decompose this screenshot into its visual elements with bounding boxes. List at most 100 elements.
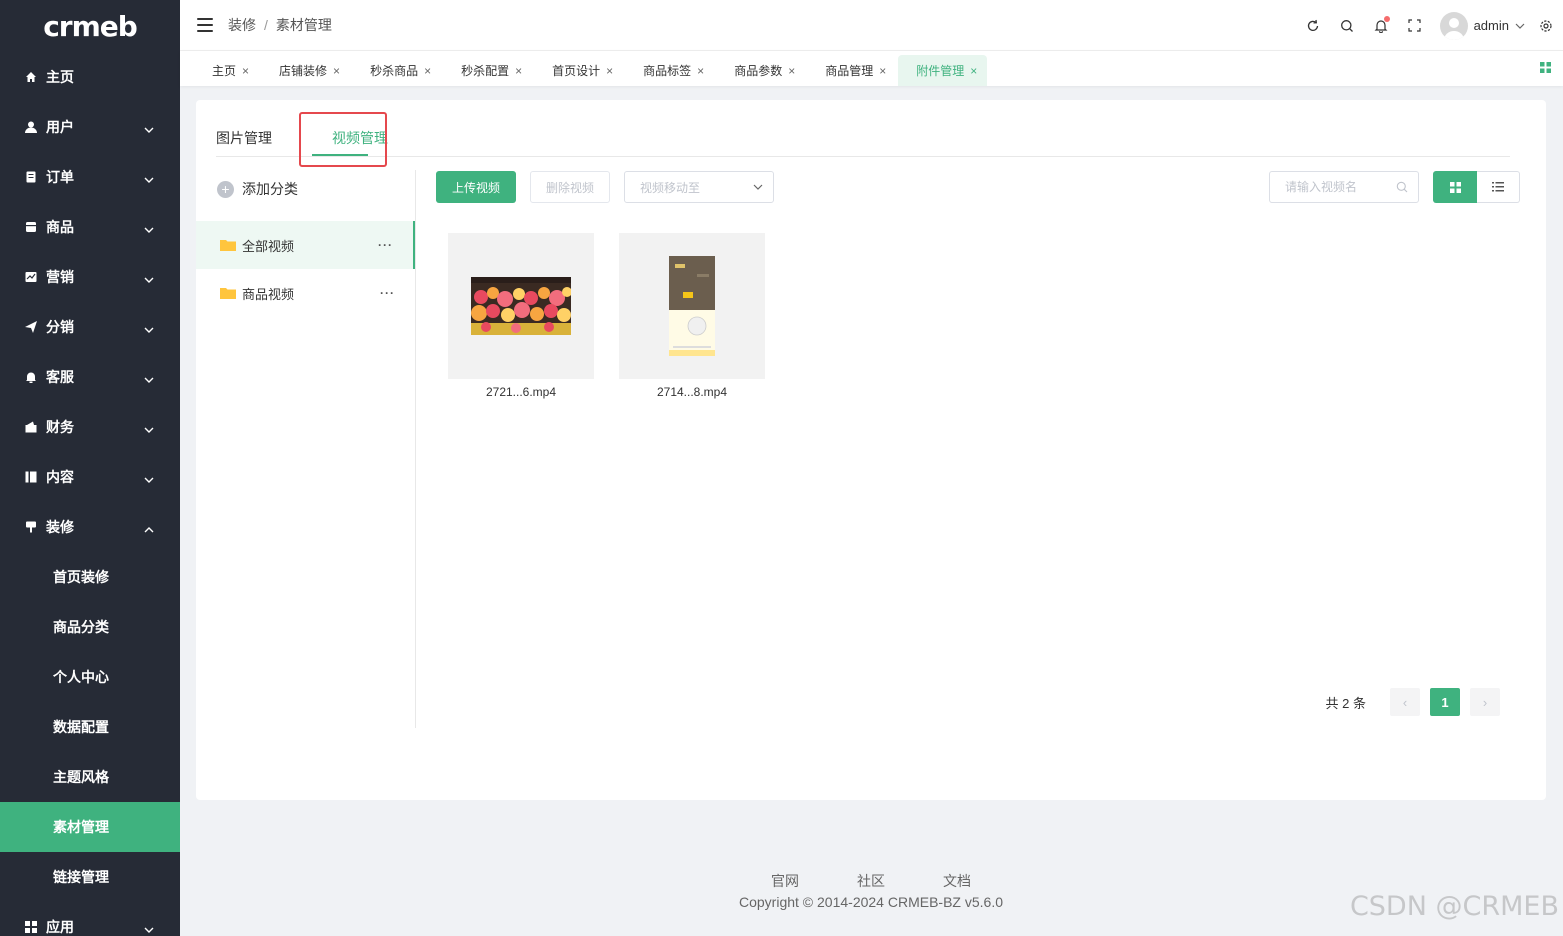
plus-icon: + — [217, 180, 234, 198]
close-icon[interactable]: × — [333, 64, 340, 78]
sidebar-item-service[interactable]: 客服 — [0, 352, 180, 402]
sidebar-item-apps[interactable]: 应用 — [0, 902, 180, 936]
add-category-button[interactable]: + 添加分类 — [217, 179, 298, 199]
user-name[interactable]: admin — [1474, 18, 1509, 33]
sidebar-item-user[interactable]: 用户 — [0, 102, 180, 152]
page-tab[interactable]: 商品标签 × — [625, 55, 714, 86]
sidebar-item-label: 客服 — [46, 369, 74, 385]
category-item-product-videos[interactable]: 商品视频 ··· — [196, 269, 415, 317]
video-name: 2721...6.mp4 — [485, 385, 557, 399]
order-icon — [24, 170, 38, 184]
chevron-down-icon — [753, 184, 763, 190]
prev-page-button[interactable]: ‹ — [1390, 688, 1420, 716]
user-icon — [24, 120, 38, 134]
tabs-menu-icon[interactable] — [1540, 61, 1551, 76]
close-icon[interactable]: × — [879, 64, 886, 78]
avatar[interactable] — [1439, 11, 1468, 40]
add-category-label: 添加分类 — [242, 181, 298, 197]
page-tab[interactable]: 首页设计 × — [534, 55, 623, 86]
search-icon[interactable] — [1396, 181, 1408, 193]
chevron-down-icon — [144, 122, 154, 133]
grid-view-button[interactable] — [1433, 171, 1477, 203]
sidebar-item-marketing[interactable]: 营销 — [0, 252, 180, 302]
sidebar-item-label: 主页 — [46, 69, 74, 85]
next-page-button[interactable]: › — [1470, 688, 1500, 716]
list-view-button[interactable] — [1477, 171, 1520, 203]
sidebar-item-product[interactable]: 商品 — [0, 202, 180, 252]
sidebar-item-label: 商品 — [46, 219, 74, 235]
category-item-all-videos[interactable]: 全部视频 ··· — [196, 221, 415, 269]
page-tab[interactable]: 店铺装修 × — [261, 55, 350, 86]
close-icon[interactable]: × — [515, 64, 522, 78]
page-tab[interactable]: 附件管理 × — [898, 55, 988, 86]
chevron-down-icon — [144, 372, 154, 383]
video-search-input[interactable] — [1285, 180, 1396, 194]
chevron-down-icon — [144, 322, 154, 333]
video-item[interactable]: 2721...6.mp4 — [448, 233, 594, 399]
apps-icon — [24, 920, 38, 934]
menu-toggle-icon[interactable] — [197, 18, 213, 32]
video-thumbnail[interactable] — [448, 233, 594, 379]
folder-icon — [220, 240, 236, 251]
footer-links: 官网 社区 文档 — [771, 871, 971, 891]
video-item[interactable]: 2714...8.mp4 — [619, 233, 765, 399]
sidebar-item-decoration[interactable]: 装修 — [0, 502, 180, 552]
page-tab[interactable]: 秒杀商品 × — [352, 55, 441, 86]
sidebar-item-finance[interactable]: 财务 — [0, 402, 180, 452]
chevron-up-icon — [144, 522, 154, 533]
page-tab[interactable]: 商品参数 × — [716, 55, 805, 86]
sidebar-item-home[interactable]: 主页 — [0, 52, 180, 102]
breadcrumb-item[interactable]: 装修 — [228, 15, 256, 35]
video-thumbnail-image — [669, 256, 715, 356]
close-icon[interactable]: × — [970, 64, 977, 78]
close-icon[interactable]: × — [606, 64, 613, 78]
sidebar-subitem[interactable]: 个人中心 — [0, 652, 180, 702]
video-search-box[interactable] — [1269, 171, 1419, 203]
category-panel: + 添加分类 全部视频 ··· 商品视频 ··· — [196, 170, 416, 728]
more-icon[interactable]: ··· — [378, 238, 393, 252]
page-tab[interactable]: 商品管理 × — [807, 55, 896, 86]
page-tab[interactable]: 秒杀配置 × — [443, 55, 532, 86]
sidebar-subitem[interactable]: 主题风格 — [0, 752, 180, 802]
upload-video-button[interactable]: 上传视频 — [436, 171, 516, 203]
sidebar-item-content[interactable]: 内容 — [0, 452, 180, 502]
close-icon[interactable]: × — [424, 64, 431, 78]
move-video-select[interactable]: 视频移动至 — [624, 171, 774, 203]
fullscreen-icon[interactable] — [1398, 9, 1432, 43]
category-label: 商品视频 — [242, 286, 295, 302]
bell-icon[interactable] — [1364, 9, 1398, 43]
sidebar-subitem[interactable]: 数据配置 — [0, 702, 180, 752]
more-icon[interactable]: ··· — [380, 286, 395, 300]
page-tab-label: 商品管理 — [825, 64, 874, 78]
page-tab[interactable]: 主页 × — [194, 55, 259, 86]
close-icon[interactable]: × — [788, 64, 795, 78]
sidebar-item-distribution[interactable]: 分销 — [0, 302, 180, 352]
footer-link-docs[interactable]: 文档 — [943, 871, 971, 891]
video-thumbnail[interactable] — [619, 233, 765, 379]
sidebar-item-order[interactable]: 订单 — [0, 152, 180, 202]
delete-video-button[interactable]: 删除视频 — [530, 171, 610, 203]
chevron-down-icon — [144, 172, 154, 183]
footer-link-community[interactable]: 社区 — [857, 871, 885, 891]
sidebar-subitem[interactable]: 链接管理 — [0, 852, 180, 902]
sidebar-item-label: 订单 — [46, 169, 74, 185]
breadcrumb: 装修 / 素材管理 — [228, 15, 332, 35]
search-icon[interactable] — [1330, 9, 1364, 43]
chevron-down-icon[interactable] — [1515, 21, 1525, 31]
video-thumbnail-image — [471, 277, 571, 335]
decoration-icon — [24, 520, 38, 534]
footer-link-official[interactable]: 官网 — [771, 871, 799, 891]
close-icon[interactable]: × — [697, 64, 704, 78]
close-icon[interactable]: × — [242, 64, 249, 78]
sidebar-item-label: 用户 — [46, 119, 74, 135]
sidebar-subitem[interactable]: 首页装修 — [0, 552, 180, 602]
sidebar-subitem[interactable]: 素材管理 — [0, 802, 180, 852]
logo[interactable]: crmeb — [0, 0, 180, 52]
page-number-current[interactable]: 1 — [1430, 688, 1460, 716]
refresh-icon[interactable] — [1296, 9, 1330, 43]
material-card: 图片管理 视频管理 + 添加分类 全部视频 ··· 商品视频 ··· 上传视频 … — [196, 100, 1546, 800]
category-label: 全部视频 — [242, 238, 295, 254]
sidebar-subitem[interactable]: 商品分类 — [0, 602, 180, 652]
tab-image-management[interactable]: 图片管理 — [216, 128, 272, 148]
gear-icon[interactable] — [1529, 9, 1563, 43]
